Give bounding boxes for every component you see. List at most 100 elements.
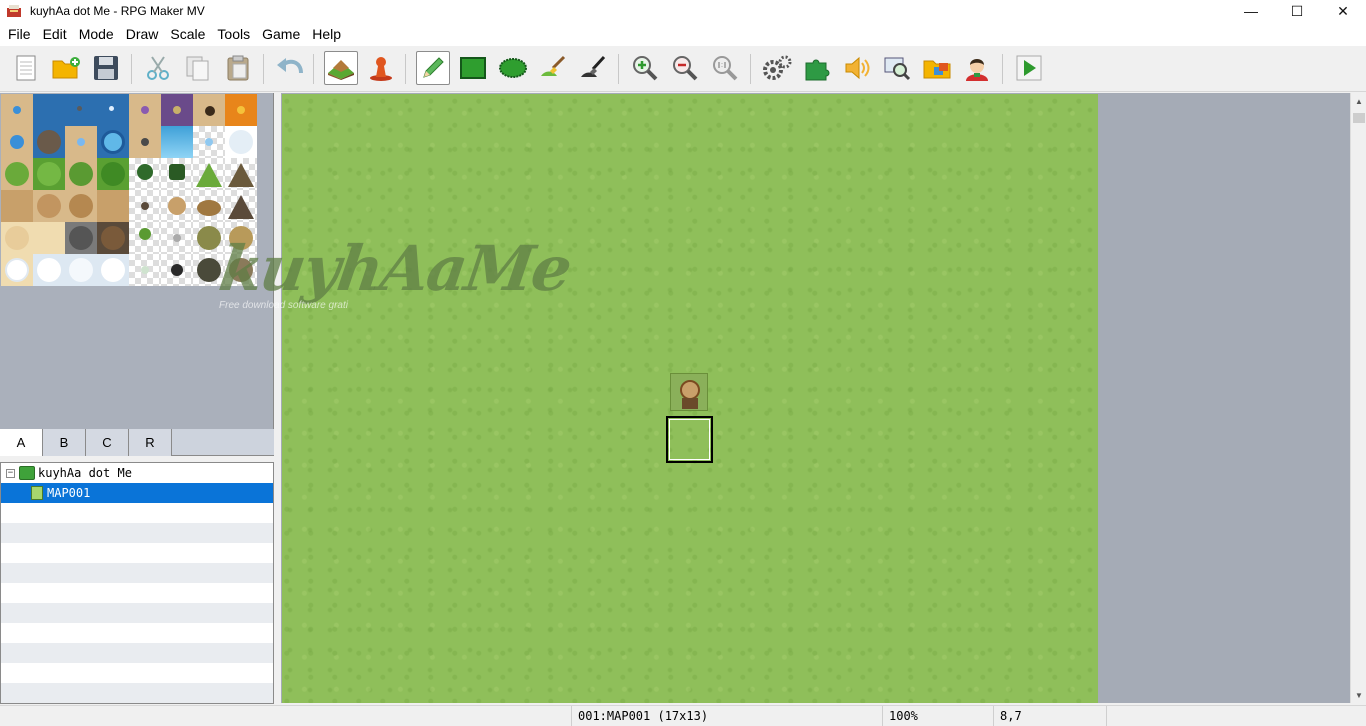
tileset-grid[interactable] — [1, 94, 257, 286]
actual-size-button[interactable] — [708, 51, 742, 85]
tile-mountain[interactable] — [225, 158, 257, 190]
tile-sand-pit[interactable] — [129, 126, 161, 158]
database-button[interactable] — [760, 51, 794, 85]
tile-sand-pond[interactable] — [1, 126, 33, 158]
menu-edit[interactable]: Edit — [37, 22, 73, 46]
tile-sand-grass[interactable] — [1, 158, 33, 190]
collapse-toggle[interactable]: − — [6, 468, 15, 478]
tile-dirt-patch[interactable] — [33, 190, 65, 222]
map-canvas[interactable] — [282, 94, 1098, 703]
tile-dirt[interactable] — [1, 190, 33, 222]
tile-sand-water[interactable] — [1, 94, 33, 126]
tree-project-row[interactable]: − kuyhAa dot Me — [1, 463, 273, 483]
maximize-button[interactable]: ☐ — [1274, 0, 1320, 22]
tile-pine-tree[interactable] — [161, 158, 193, 190]
zoom-in-button[interactable] — [628, 51, 662, 85]
new-project-button[interactable] — [9, 51, 43, 85]
rectangle-tool-button[interactable] — [456, 51, 490, 85]
character-generator-button[interactable] — [960, 51, 994, 85]
tile-grass-patch[interactable] — [65, 158, 97, 190]
toolbar-separator — [405, 54, 406, 84]
tile-gravel[interactable] — [65, 222, 97, 254]
tile-cloud[interactable] — [225, 126, 257, 158]
menu-file[interactable]: File — [2, 22, 37, 46]
tile-tree[interactable] — [129, 158, 161, 190]
event-mode-icon — [370, 57, 392, 81]
tile-sand-dark[interactable] — [129, 94, 161, 126]
menu-scale[interactable]: Scale — [164, 22, 211, 46]
scroll-down-arrow[interactable]: ▼ — [1351, 687, 1366, 703]
pencil-tool-button[interactable] — [416, 51, 450, 85]
resource-manager-button[interactable] — [920, 51, 954, 85]
tile-dark-grass[interactable] — [97, 158, 129, 190]
tile-snow[interactable] — [33, 254, 65, 286]
menu-help[interactable]: Help — [306, 22, 347, 46]
tile-waterfall[interactable] — [161, 126, 193, 158]
tile-water-sparkle[interactable] — [97, 94, 129, 126]
menu-draw[interactable]: Draw — [120, 22, 165, 46]
tile-water-rocks[interactable] — [33, 126, 65, 158]
character-body — [682, 398, 698, 409]
fill-tool-button[interactable] — [536, 51, 570, 85]
tile-dirt-dark[interactable] — [97, 190, 129, 222]
tile-grass[interactable] — [33, 158, 65, 190]
paste-button[interactable] — [221, 51, 255, 85]
tile-dirt-mound[interactable] — [161, 190, 193, 222]
map-mode-button[interactable] — [324, 51, 358, 85]
tile-snow-drift[interactable] — [65, 254, 97, 286]
tile-snow-tree[interactable] — [129, 254, 161, 286]
tile-light-sand[interactable] — [1, 222, 33, 254]
scroll-up-arrow[interactable]: ▲ — [1351, 93, 1366, 109]
tile-snow-patch[interactable] — [1, 254, 33, 286]
tab-b[interactable]: B — [43, 429, 86, 456]
ellipse-tool-button[interactable] — [496, 51, 530, 85]
map-editor-area[interactable] — [281, 93, 1350, 703]
open-project-button[interactable] — [49, 51, 83, 85]
event-mode-button[interactable] — [364, 51, 398, 85]
tile-deep-water[interactable] — [33, 94, 65, 126]
tile-sand-hole[interactable] — [193, 94, 225, 126]
menu-tools[interactable]: Tools — [211, 22, 256, 46]
scroll-thumb[interactable] — [1353, 113, 1365, 123]
tile-ice-sparkle[interactable] — [193, 126, 225, 158]
tab-a[interactable]: A — [0, 429, 43, 456]
shadow-pen-button[interactable] — [576, 51, 610, 85]
event-searcher-button[interactable] — [880, 51, 914, 85]
copy-button[interactable] — [181, 51, 215, 85]
tile-rock-mountain[interactable] — [225, 190, 257, 222]
tile-poison[interactable] — [161, 94, 193, 126]
tile-brown-hill[interactable] — [193, 190, 225, 222]
plugin-manager-button[interactable] — [800, 51, 834, 85]
sound-test-button[interactable] — [840, 51, 874, 85]
tile-rocky-ground[interactable] — [97, 222, 129, 254]
tab-c[interactable]: C — [86, 429, 129, 456]
tile-sand-well[interactable] — [65, 126, 97, 158]
tile-dark-hole[interactable] — [161, 254, 193, 286]
tile-whirlpool[interactable] — [97, 126, 129, 158]
tab-r[interactable]: R — [129, 429, 172, 456]
tile-green-hill[interactable] — [193, 158, 225, 190]
cut-button[interactable] — [141, 51, 175, 85]
map-vertical-scrollbar[interactable]: ▲ ▼ — [1350, 93, 1366, 703]
menu-game[interactable]: Game — [256, 22, 306, 46]
map-tree[interactable]: − kuyhAa dot Me MAP001 — [0, 462, 274, 704]
tile-palm[interactable] — [129, 222, 161, 254]
minimize-button[interactable]: — — [1228, 0, 1274, 22]
zoom-out-button[interactable] — [668, 51, 702, 85]
menu-mode[interactable]: Mode — [73, 22, 120, 46]
tile-lava[interactable] — [225, 94, 257, 126]
close-button[interactable]: ✕ — [1320, 0, 1366, 22]
player-start-event[interactable] — [670, 373, 708, 411]
playtest-button[interactable] — [1012, 51, 1046, 85]
tile-stone-circle[interactable] — [161, 222, 193, 254]
tile-dead-tree[interactable] — [129, 190, 161, 222]
tile-water-rock[interactable] — [65, 94, 97, 126]
undo-button[interactable] — [273, 51, 307, 85]
tree-map-row[interactable]: MAP001 — [1, 483, 273, 503]
save-project-button[interactable] — [89, 51, 123, 85]
tree-empty-row — [1, 503, 273, 523]
tile-dirt-round[interactable] — [65, 190, 97, 222]
tile-beach[interactable] — [33, 222, 65, 254]
tile-snow-cloud[interactable] — [97, 254, 129, 286]
tile-green-boulders[interactable] — [193, 222, 225, 254]
